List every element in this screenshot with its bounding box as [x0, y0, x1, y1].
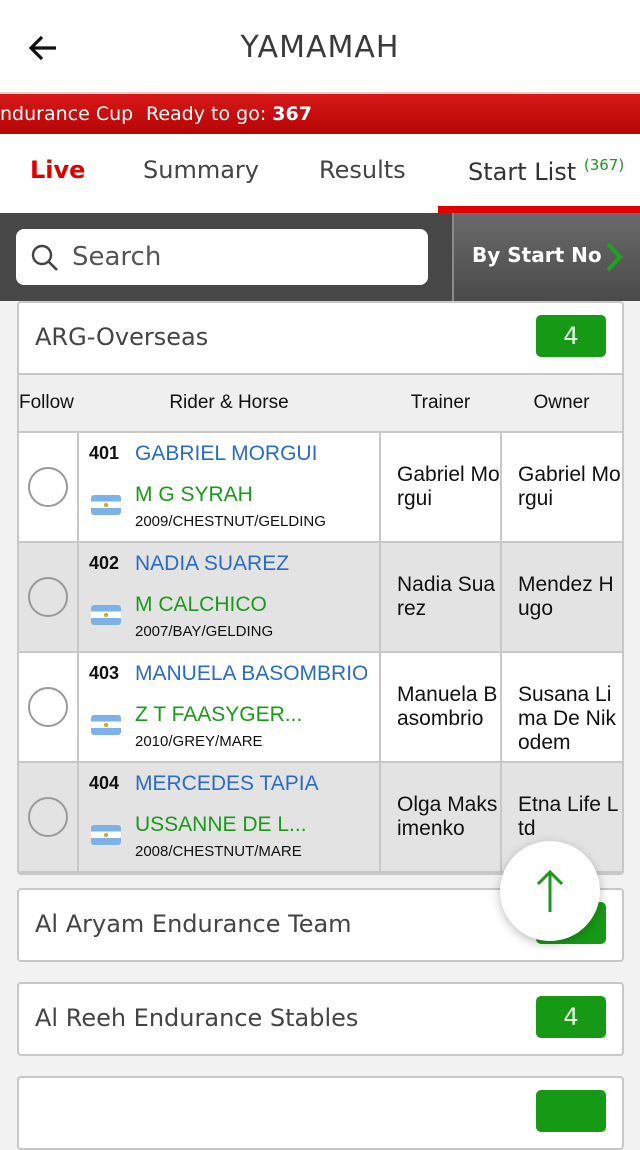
col-trainer: Trainer	[380, 373, 501, 432]
ticker-event: Endurance Cup	[0, 103, 134, 125]
owner-name: Gabriel Morgui	[518, 463, 621, 510]
nav-bar: YAMAMAH	[0, 0, 640, 94]
col-rider-horse: Rider & Horse	[78, 373, 380, 432]
col-follow: Follow	[19, 373, 78, 432]
trainer-cell: Nadia Suarez	[379, 541, 502, 653]
trainer-cell: Olga Maksimenko	[379, 761, 502, 873]
trainer-cell: Gabriel Morgui	[379, 431, 502, 543]
follow-radio[interactable]	[28, 577, 68, 617]
arrow-up-icon	[536, 869, 564, 912]
tab-start-list[interactable]: Start List (367)	[468, 156, 624, 186]
follow-cell	[19, 541, 79, 653]
owner-cell: Mendez Hugo	[500, 541, 622, 653]
rider-horse-cell: 402 NADIA SUAREZ M CALCHICO 2007/BAY/GELDIN…	[77, 541, 381, 653]
ready-count: 367	[272, 103, 312, 125]
tab-results[interactable]: Results	[319, 156, 406, 184]
start-number: 401	[89, 443, 120, 463]
group-count-badge: 4	[536, 996, 606, 1038]
rider-name[interactable]: GABRIEL MORGUI	[135, 442, 367, 466]
ticker-ready: Ready to go: 367	[146, 94, 312, 134]
toolbar: By Start No	[0, 213, 640, 301]
horse-name[interactable]: Z T FAASYGER...	[135, 703, 302, 727]
table-row: 402 NADIA SUAREZ M CALCHICO 2007/BAY/GELDIN…	[19, 541, 622, 653]
group-header[interactable]: ARG-Overseas 4	[19, 303, 622, 373]
rider-horse-cell: 404 MERCEDES TAPIA USSANNE DE L... 2008/CHE…	[77, 761, 381, 873]
argentina-flag-icon	[91, 715, 121, 735]
rider-horse-cell: 403 MANUELA BASOMBRIO Z T FAASYGER... 2010/…	[77, 651, 381, 763]
table-row: 401 GABRIEL MORGUI M G SYRAH 2009/CHESTNUT/…	[19, 431, 622, 543]
rider-name[interactable]: MANUELA BASOMBRIO	[135, 662, 367, 686]
group-card: Al Reeh Endurance Stables 4	[17, 982, 624, 1056]
group-header[interactable]	[19, 1078, 622, 1148]
horse-name[interactable]: USSANNE DE L...	[135, 813, 307, 837]
argentina-flag-icon	[91, 495, 121, 515]
group-name: Al Reeh Endurance Stables	[35, 1004, 359, 1032]
owner-name: Mendez Hugo	[518, 573, 614, 620]
trainer-cell: Manuela Basombrio	[379, 651, 502, 763]
group-card: ARG-Overseas 4 Follow Rider & Horse Trai…	[17, 301, 624, 875]
ready-label: Ready to go:	[146, 103, 267, 125]
start-number: 404	[89, 773, 120, 793]
start-number: 403	[89, 663, 120, 683]
col-owner: Owner	[501, 373, 622, 432]
argentina-flag-icon	[91, 605, 121, 625]
start-number: 402	[89, 553, 120, 573]
horse-info: 2009/CHESTNUT/GELDING	[135, 513, 326, 530]
owner-cell: Susana Lima De Nikodem	[500, 651, 622, 763]
chevron-right-icon	[606, 242, 623, 272]
group-card	[17, 1076, 624, 1150]
tab-summary[interactable]: Summary	[143, 156, 259, 184]
sort-by-start-no-button[interactable]: By Start No	[452, 213, 640, 301]
follow-radio[interactable]	[28, 797, 68, 837]
scroll-to-top-button[interactable]	[500, 841, 600, 941]
group-name: Al Aryam Endurance Team	[35, 910, 352, 938]
start-list-table: Follow Rider & Horse Trainer Owner 401 GA…	[19, 373, 622, 873]
horse-info: 2008/CHESTNUT/MARE	[135, 843, 302, 860]
owner-name: Susana Lima De Nikodem	[518, 683, 617, 754]
event-ticker: Endurance Cup Ready to go: 367	[0, 92, 640, 134]
tab-live[interactable]: Live	[30, 156, 85, 184]
group-name: ARG-Overseas	[35, 323, 209, 351]
horse-info: 2010/GREY/MARE	[135, 733, 263, 750]
group-header[interactable]: Al Reeh Endurance Stables 4	[19, 984, 622, 1054]
trainer-name: Olga Maksimenko	[397, 793, 498, 840]
trainer-name: Nadia Suarez	[397, 573, 496, 620]
argentina-flag-icon	[91, 825, 121, 845]
trainer-name: Gabriel Morgui	[397, 463, 500, 510]
tab-start-list-label: Start List	[468, 158, 577, 186]
group-count-badge: 4	[536, 315, 606, 357]
owner-name: Etna Life Ltd	[518, 793, 619, 840]
follow-radio[interactable]	[28, 467, 68, 507]
follow-cell	[19, 761, 79, 873]
rider-name[interactable]: NADIA SUAREZ	[135, 552, 367, 576]
search-input[interactable]	[72, 237, 412, 277]
follow-cell	[19, 651, 79, 763]
horse-name[interactable]: M G SYRAH	[135, 483, 253, 507]
rider-horse-cell: 401 GABRIEL MORGUI M G SYRAH 2009/CHESTNUT/…	[77, 431, 381, 543]
page-title: YAMAMAH	[240, 30, 400, 65]
sort-label: By Start No	[472, 243, 602, 267]
rider-name[interactable]: MERCEDES TAPIA	[135, 772, 367, 796]
active-tab-indicator	[438, 206, 640, 213]
tab-bar: Live Summary Results Start List (367)	[0, 134, 640, 213]
search-icon	[31, 244, 58, 271]
owner-cell: Gabriel Morgui	[500, 431, 622, 543]
tab-start-list-count: (367)	[583, 156, 625, 174]
horse-name[interactable]: M CALCHICO	[135, 593, 267, 617]
trainer-name: Manuela Basombrio	[397, 683, 498, 730]
follow-cell	[19, 431, 79, 543]
horse-info: 2007/BAY/GELDING	[135, 623, 274, 640]
table-row: 403 MANUELA BASOMBRIO Z T FAASYGER... 2010/…	[19, 651, 622, 763]
search-box[interactable]	[16, 229, 428, 285]
follow-radio[interactable]	[28, 687, 68, 727]
group-count-badge	[536, 1090, 606, 1132]
